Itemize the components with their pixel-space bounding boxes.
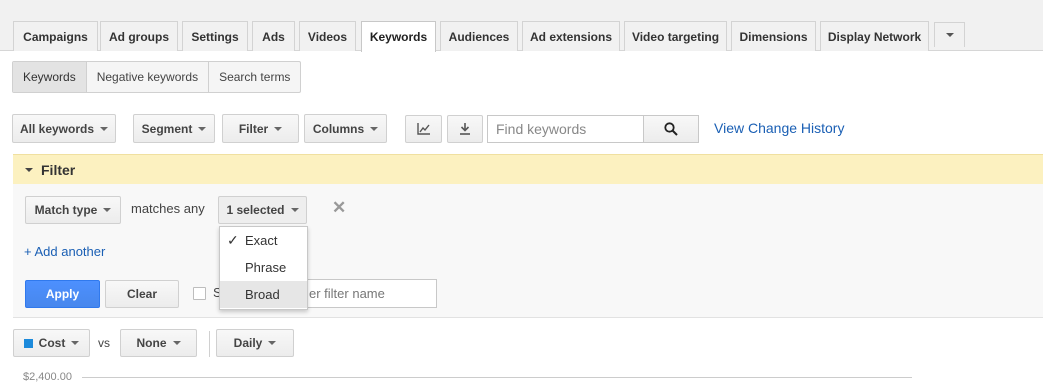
- apply-label: Apply: [45, 287, 80, 301]
- chevron-down-icon: [945, 33, 954, 37]
- all-keywords-label: All keywords: [19, 121, 95, 136]
- tab-videos[interactable]: Videos: [299, 21, 356, 51]
- segment-dropdown[interactable]: Segment: [133, 114, 215, 143]
- tab-ads[interactable]: Ads: [252, 21, 295, 51]
- selected-count-label: 1 selected: [226, 203, 285, 217]
- match-type-label: Match type: [34, 203, 98, 217]
- more-tabs-button[interactable]: [934, 22, 965, 47]
- option-phrase[interactable]: Phrase: [220, 254, 307, 281]
- columns-dropdown[interactable]: Columns: [304, 114, 387, 143]
- tab-campaigns[interactable]: Campaigns: [13, 21, 98, 51]
- interval-dropdown[interactable]: Daily: [216, 329, 294, 357]
- download-icon: [460, 123, 470, 135]
- vs-text: vs: [98, 336, 110, 350]
- keyword-subtabs: Keywords Negative keywords Search terms: [12, 61, 302, 93]
- checkmark-icon: ✓: [227, 232, 239, 248]
- view-change-history-link[interactable]: View Change History: [714, 120, 844, 136]
- chevron-down-icon: [274, 126, 283, 131]
- metric2-dropdown[interactable]: None: [120, 329, 197, 357]
- main-tab-bar: Campaigns Ad groups Settings Ads Videos …: [0, 0, 1043, 52]
- clear-label: Clear: [126, 287, 158, 301]
- tab-video-targeting[interactable]: Video targeting: [624, 21, 727, 51]
- divider: [209, 331, 210, 357]
- subtab-label: Search terms: [219, 70, 291, 84]
- all-keywords-dropdown[interactable]: All keywords: [12, 114, 116, 143]
- tab-label: Dimensions: [739, 29, 808, 44]
- remove-condition-icon[interactable]: ✕: [332, 198, 346, 218]
- tab-label: Ad extensions: [529, 29, 613, 44]
- metric1-dropdown[interactable]: Cost: [13, 329, 90, 357]
- chart-toggle-button[interactable]: [405, 115, 442, 143]
- chevron-down-icon: [103, 208, 112, 212]
- tab-label: Campaigns: [23, 29, 88, 44]
- option-label: Broad: [245, 287, 280, 302]
- subtab-keywords[interactable]: Keywords: [13, 62, 87, 92]
- columns-label: Columns: [312, 121, 365, 136]
- tab-label: Audiences: [448, 29, 510, 44]
- matches-any-text: matches any: [131, 201, 205, 216]
- option-broad[interactable]: Broad: [220, 281, 307, 308]
- metric2-label: None: [136, 336, 167, 350]
- match-type-dropdown[interactable]: Match type: [25, 196, 121, 224]
- option-exact[interactable]: ✓ Exact: [220, 227, 307, 254]
- tab-audiences[interactable]: Audiences: [440, 21, 518, 51]
- tab-label: Settings: [191, 29, 239, 44]
- tab-ad-extensions[interactable]: Ad extensions: [522, 21, 620, 51]
- metric1-label: Cost: [38, 336, 66, 350]
- filter-label: Filter: [238, 121, 269, 136]
- add-another-link[interactable]: + Add another: [24, 244, 105, 259]
- tab-label: Videos: [307, 29, 348, 44]
- tab-label: Ads: [262, 29, 285, 44]
- collapse-triangle-icon: [25, 167, 33, 172]
- find-keywords-input[interactable]: [487, 115, 644, 143]
- subtab-label: Keywords: [23, 70, 76, 84]
- tab-label: Video targeting: [631, 29, 720, 44]
- filter-dropdown[interactable]: Filter: [222, 114, 299, 143]
- search-icon: [664, 122, 678, 136]
- chart-gridline: [82, 377, 912, 378]
- tab-display-network[interactable]: Display Network: [820, 21, 929, 51]
- tab-ad-groups[interactable]: Ad groups: [100, 21, 178, 51]
- download-button[interactable]: [447, 115, 483, 143]
- chevron-down-icon: [172, 341, 181, 345]
- tab-label: Display Network: [827, 29, 922, 44]
- segment-label: Segment: [141, 121, 193, 136]
- chevron-down-icon: [290, 208, 299, 212]
- subtab-label: Negative keywords: [96, 70, 199, 84]
- tab-keywords[interactable]: Keywords: [361, 21, 436, 52]
- line-chart-icon: [416, 123, 430, 135]
- interval-label: Daily: [233, 336, 263, 350]
- tab-label: Keywords: [369, 30, 428, 44]
- subtab-search-terms[interactable]: Search terms: [209, 62, 300, 92]
- save-filter-checkbox[interactable]: [193, 287, 206, 300]
- chevron-down-icon: [198, 126, 207, 131]
- clear-button[interactable]: Clear: [105, 280, 179, 308]
- option-label: Exact: [245, 233, 278, 248]
- selected-values-dropdown[interactable]: 1 selected: [218, 196, 307, 224]
- metric1-color-swatch: [23, 338, 33, 348]
- chevron-down-icon: [268, 341, 277, 345]
- match-type-options-menu: ✓ Exact Phrase Broad: [219, 226, 308, 310]
- filter-panel-header[interactable]: Filter: [13, 154, 1043, 184]
- chevron-down-icon: [71, 341, 80, 345]
- tab-dimensions[interactable]: Dimensions: [731, 21, 816, 51]
- tab-label: Ad groups: [109, 29, 169, 44]
- chevron-down-icon: [370, 126, 379, 131]
- subtab-negative-keywords[interactable]: Negative keywords: [87, 62, 210, 92]
- search-button[interactable]: [643, 115, 699, 143]
- tab-settings[interactable]: Settings: [182, 21, 248, 51]
- option-label: Phrase: [245, 260, 287, 275]
- chevron-down-icon: [100, 126, 109, 131]
- chart-axis-top-label: $2,400.00: [23, 371, 72, 383]
- filter-header-label: Filter: [41, 161, 76, 178]
- apply-button[interactable]: Apply: [25, 280, 100, 308]
- filter-name-input[interactable]: [300, 279, 437, 308]
